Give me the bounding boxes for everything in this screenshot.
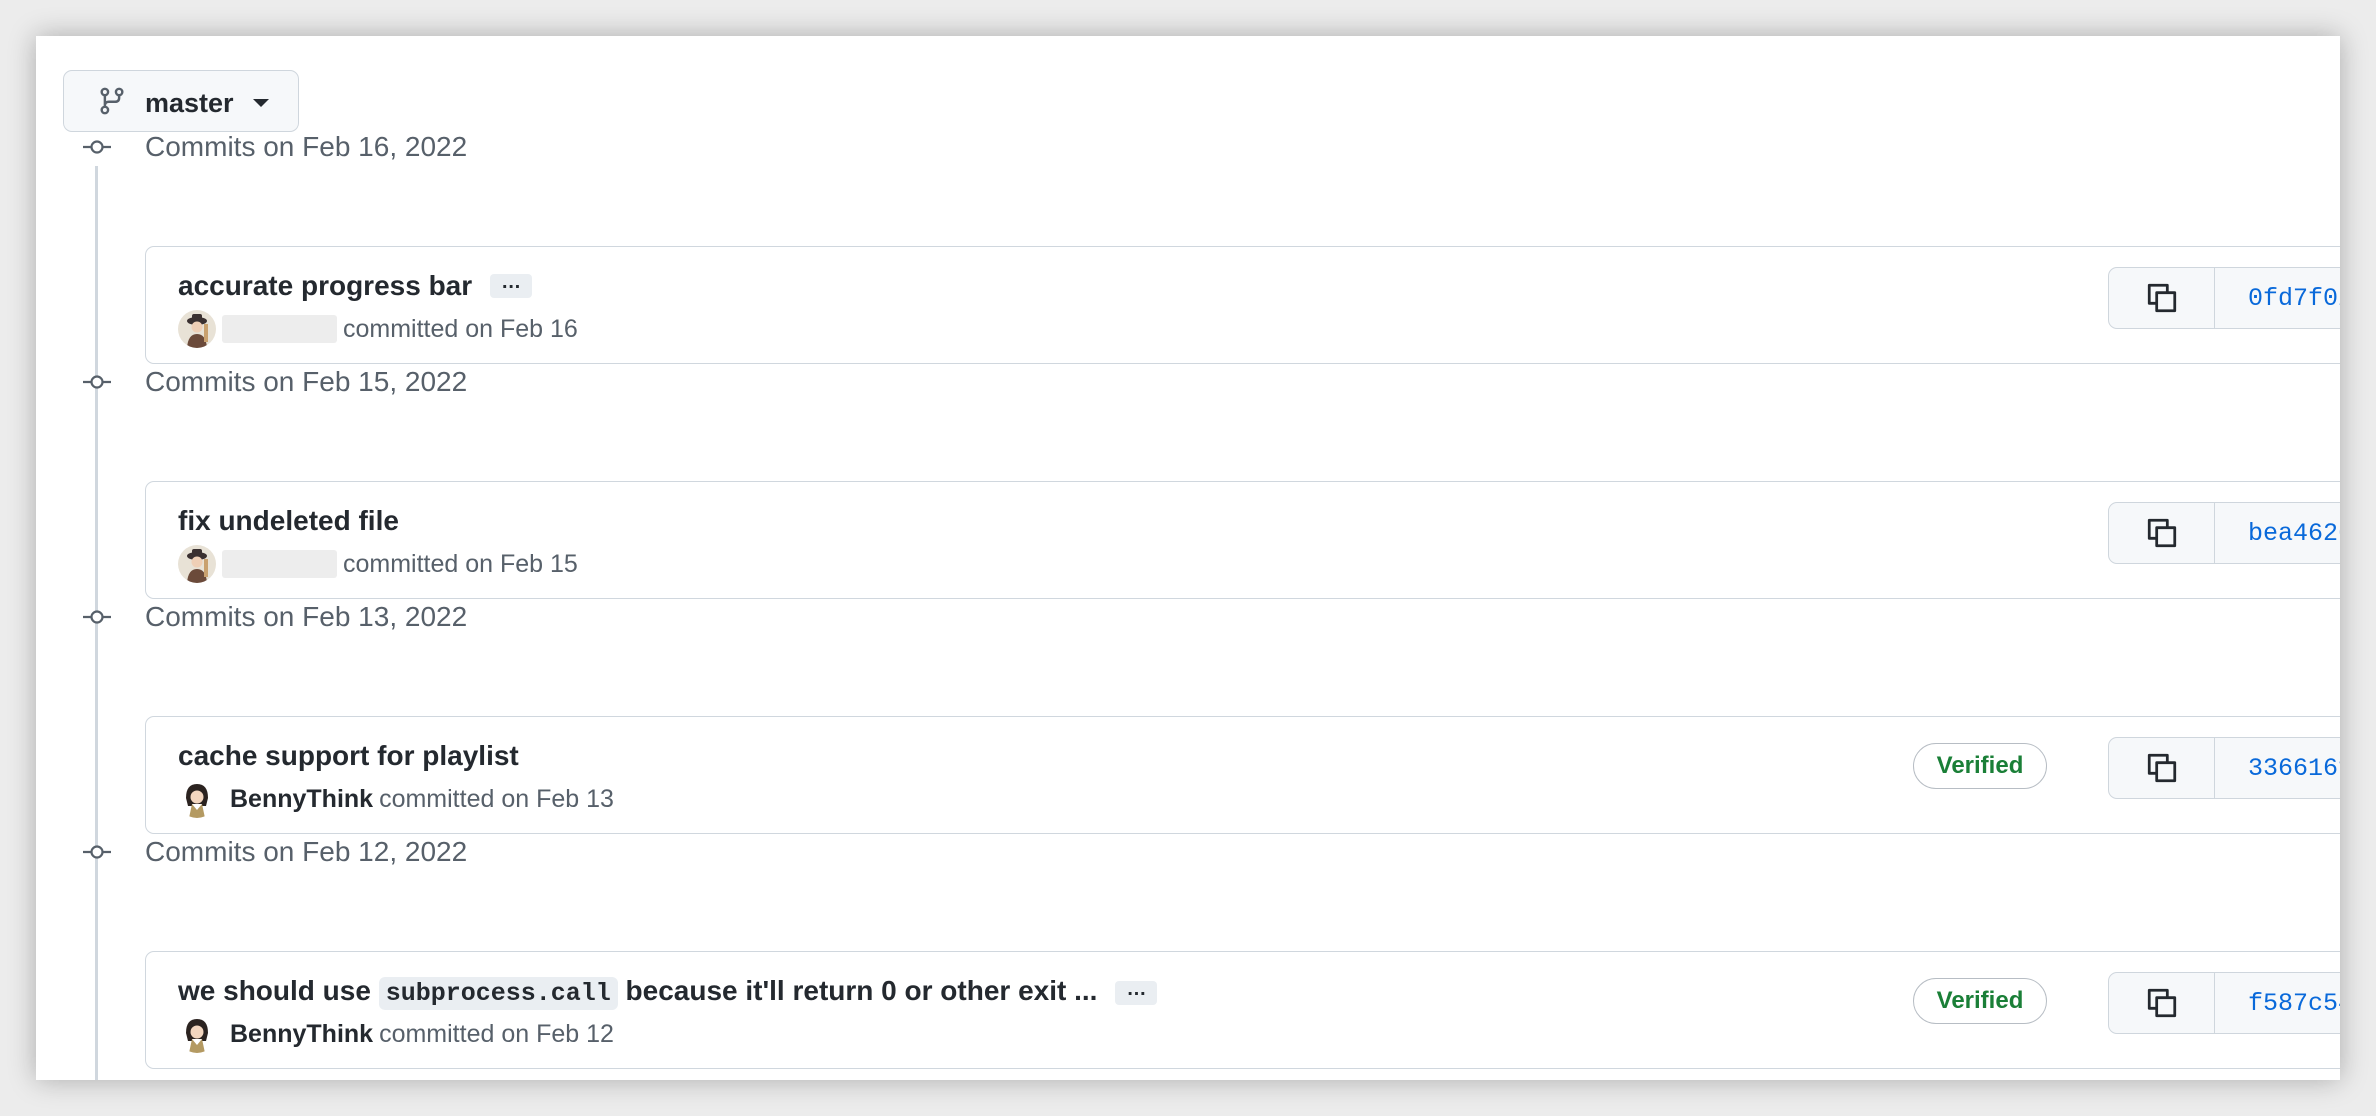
copy-icon: [2147, 283, 2176, 313]
commit-group-header: Commits on Feb 15, 2022: [145, 366, 468, 397]
commit-sha-link[interactable]: bea4626: [2215, 503, 2340, 563]
commit-group-header: Commits on Feb 13, 2022: [145, 601, 468, 632]
commit-node-icon: [83, 140, 111, 154]
avatar[interactable]: [178, 780, 216, 818]
branch-selector-button[interactable]: master: [63, 70, 299, 132]
avatar[interactable]: [178, 1015, 216, 1053]
commit-actions: 0fd7f02: [2108, 267, 2340, 329]
commit-title-link[interactable]: cache support for playlist: [178, 739, 519, 773]
commit-group-header: Commits on Feb 12, 2022: [145, 836, 468, 867]
avatar[interactable]: [178, 310, 216, 348]
copy-icon: [2147, 988, 2176, 1018]
author-name-redacted: [222, 315, 337, 343]
commit-row: we should use subprocess.call because it…: [145, 951, 2340, 1069]
commit-date-text: committed on Feb 15: [343, 549, 578, 578]
copy-sha-button[interactable]: [2109, 503, 2215, 563]
avatar[interactable]: [178, 545, 216, 583]
commit-actions: bea4626: [2108, 502, 2340, 564]
commit-sha-link[interactable]: f587c54: [2215, 973, 2340, 1033]
commit-title-part: we should use: [178, 975, 371, 1006]
commit-title-row: accurate progress bar …: [178, 269, 533, 303]
verified-badge[interactable]: Verified: [1913, 743, 2047, 789]
commit-node-icon: [83, 845, 111, 859]
commit-row: accurate progress bar … committed on Feb…: [145, 246, 2340, 364]
commit-actions: 336616f: [2108, 737, 2340, 799]
copy-sha-button[interactable]: [2109, 268, 2215, 328]
commit-title-link[interactable]: fix undeleted file: [178, 504, 399, 538]
commit-date-text: committed on Feb 13: [379, 784, 614, 813]
commit-sha-link[interactable]: 0fd7f02: [2215, 268, 2340, 328]
copy-icon: [2147, 518, 2176, 548]
commit-title-row: cache support for playlist: [178, 739, 519, 773]
commit-author-row: committed on Feb 16: [178, 309, 578, 349]
git-branch-icon: [100, 87, 124, 115]
copy-icon: [2147, 753, 2176, 783]
commit-sha-link[interactable]: 336616f: [2215, 738, 2340, 798]
commit-title-row: we should use subprocess.call because it…: [178, 974, 1158, 1011]
expand-message-button[interactable]: …: [490, 272, 533, 298]
commit-date-text: committed on Feb 16: [343, 314, 578, 343]
commit-title-link[interactable]: accurate progress bar: [178, 269, 472, 303]
caret-down-icon: [253, 99, 269, 107]
commit-title-row: fix undeleted file: [178, 504, 399, 538]
author-name-redacted: [222, 550, 337, 578]
commit-row: fix undeleted file committed on Feb 15 b…: [145, 481, 2340, 599]
commit-row: cache support for playlist BennyThink co…: [145, 716, 2340, 834]
commit-date-text: committed on Feb 12: [379, 1019, 614, 1048]
commit-title-code: subprocess.call: [378, 977, 618, 1010]
copy-sha-button[interactable]: [2109, 738, 2215, 798]
commit-title-link[interactable]: we should use subprocess.call because it…: [178, 974, 1097, 1011]
commit-group-header: Commits on Feb 16, 2022: [145, 131, 468, 162]
copy-sha-button[interactable]: [2109, 973, 2215, 1033]
commit-node-icon: [83, 375, 111, 389]
commit-node-icon: [83, 610, 111, 624]
commit-author-row: BennyThink committed on Feb 13: [178, 779, 614, 819]
commit-history-panel: master Commits on Feb 16, 2022 accurate …: [36, 36, 2340, 1080]
commit-actions: f587c54: [2108, 972, 2340, 1034]
branch-name: master: [145, 88, 234, 118]
expand-message-button[interactable]: …: [1115, 979, 1158, 1005]
commit-title-part: because it'll return 0 or other exit ...: [625, 975, 1098, 1006]
commit-author-row: committed on Feb 15: [178, 544, 578, 584]
verified-badge[interactable]: Verified: [1913, 978, 2047, 1024]
author-name-link[interactable]: BennyThink: [230, 1020, 373, 1049]
author-name-link[interactable]: BennyThink: [230, 785, 373, 814]
commit-author-row: BennyThink committed on Feb 12: [178, 1014, 614, 1054]
